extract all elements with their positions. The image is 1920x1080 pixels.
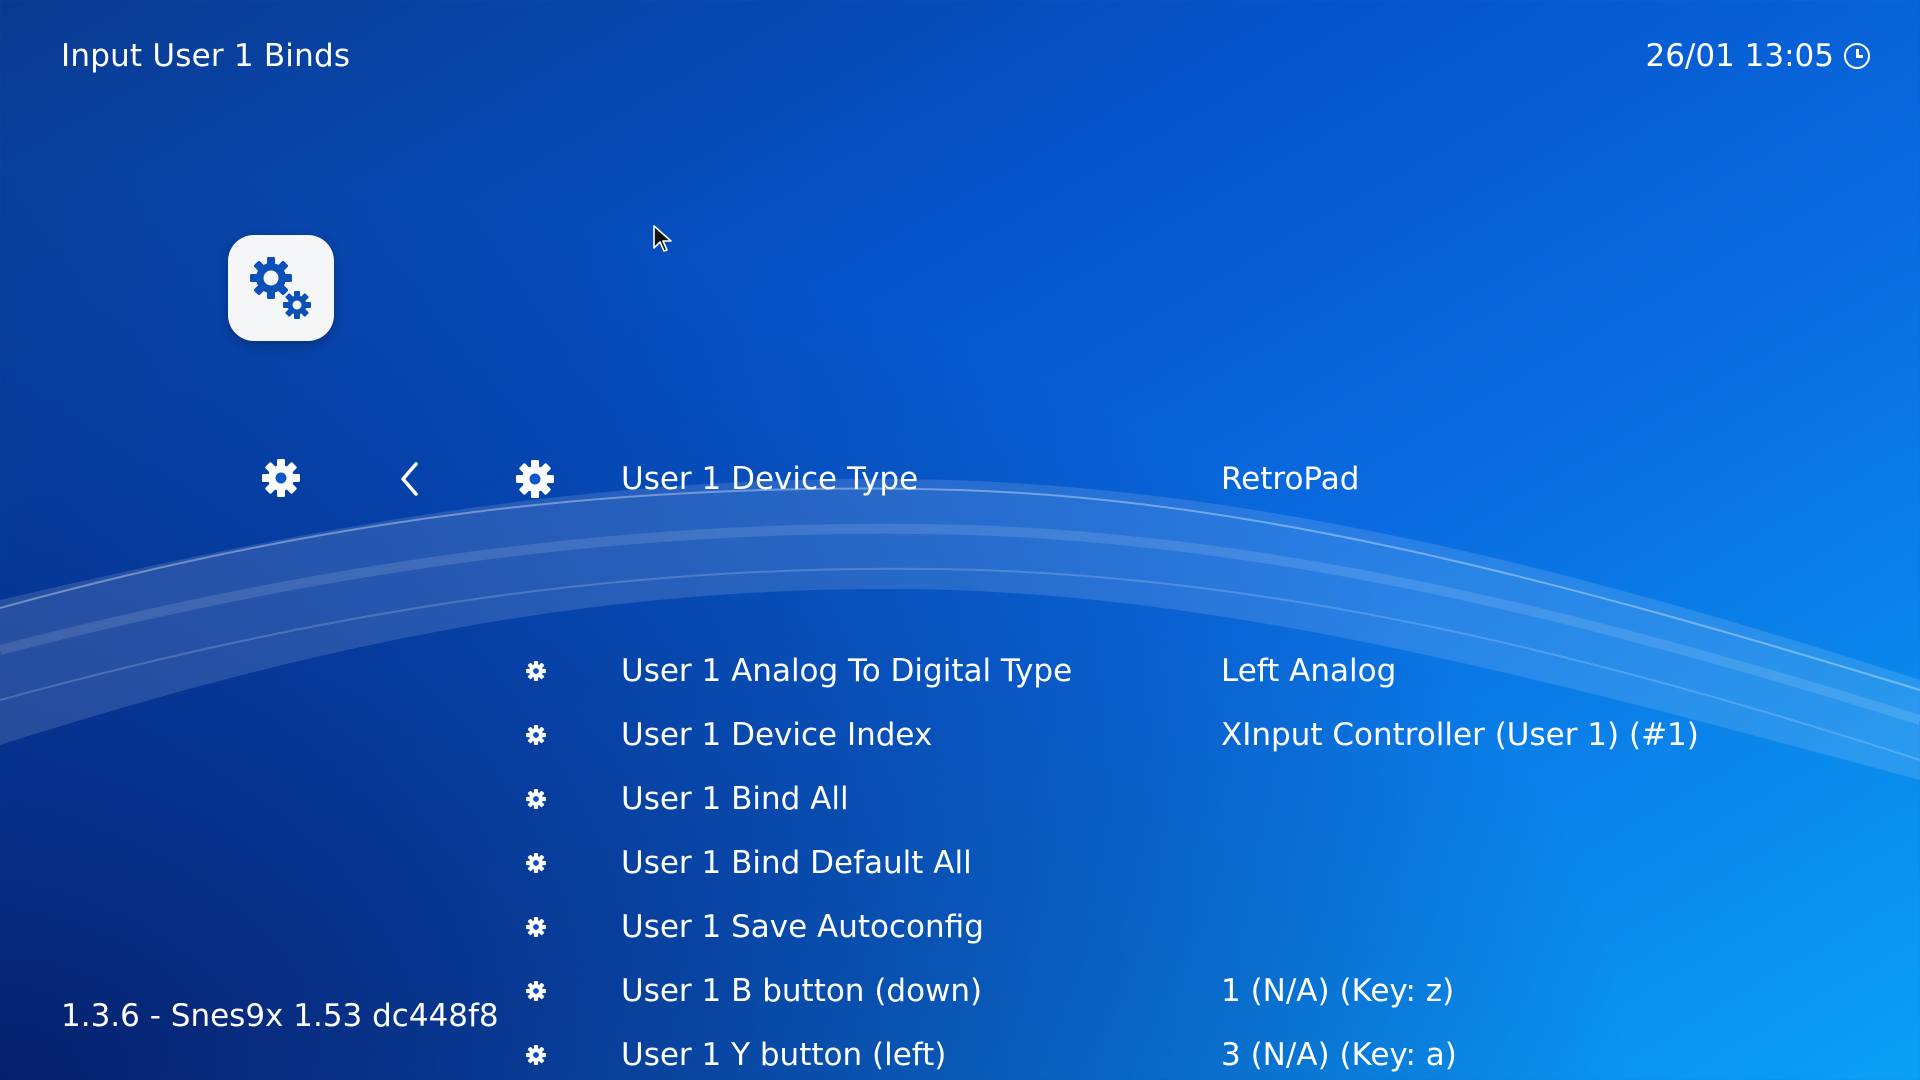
menu-item-value: 3 (N/A) (Key: a) (1221, 1037, 1457, 1073)
menu-item-value: RetroPad (1221, 461, 1360, 497)
menu-item-bind-default-all[interactable]: User 1 Bind Default All (500, 833, 1900, 893)
gear-icon (524, 787, 548, 811)
menu-item-label: User 1 Bind Default All (621, 845, 972, 881)
menu-item-save-autoconfig[interactable]: User 1 Save Autoconfig (500, 897, 1900, 957)
gear-icon (524, 723, 548, 747)
page-title: Input User 1 Binds (61, 38, 351, 74)
chevron-left-icon[interactable] (390, 458, 430, 500)
menu-item-label: User 1 B button (down) (621, 973, 983, 1009)
menu-item-value: XInput Controller (User 1) (#1) (1221, 717, 1699, 753)
gear-icon (512, 456, 558, 502)
gear-icon (524, 851, 548, 875)
clock: 26/01 13:05 (1645, 38, 1870, 74)
mouse-pointer-icon (652, 224, 674, 258)
settings-app-icon[interactable] (228, 235, 334, 341)
menu-item-bind-all[interactable]: User 1 Bind All (500, 769, 1900, 829)
menu-item-label: User 1 Analog To Digital Type (621, 653, 1073, 689)
menu-item-selected[interactable]: User 1 Device Type RetroPad (500, 449, 1900, 509)
gear-icon[interactable] (258, 455, 304, 501)
gear-icon (524, 979, 548, 1003)
gear-icon (524, 915, 548, 939)
menu-item-label: User 1 Device Index (621, 717, 933, 753)
menu-item-analog-to-digital-type[interactable]: User 1 Analog To Digital Type Left Analo… (500, 641, 1900, 701)
menu-item-label: User 1 Bind All (621, 781, 849, 817)
menu-item-device-index[interactable]: User 1 Device Index XInput Controller (U… (500, 705, 1900, 765)
menu-item-label: User 1 Save Autoconfig (621, 909, 984, 945)
menu-item-value: 1 (N/A) (Key: z) (1221, 973, 1455, 1009)
menu-item-value: Left Analog (1221, 653, 1397, 689)
menu-item-b-button[interactable]: User 1 B button (down) 1 (N/A) (Key: z) (500, 961, 1900, 1021)
menu-item-label: User 1 Y button (left) (621, 1037, 947, 1073)
version-text: 1.3.6 - Snes9x 1.53 dc448f8 (61, 998, 499, 1034)
settings-gears-icon (250, 257, 311, 319)
gear-icon (524, 659, 548, 683)
datetime-text: 26/01 13:05 (1645, 38, 1834, 74)
clock-icon (1844, 43, 1870, 69)
menu-item-y-button[interactable]: User 1 Y button (left) 3 (N/A) (Key: a) (500, 1025, 1900, 1080)
menu-item-label: User 1 Device Type (621, 461, 919, 497)
gear-icon (524, 1043, 548, 1067)
